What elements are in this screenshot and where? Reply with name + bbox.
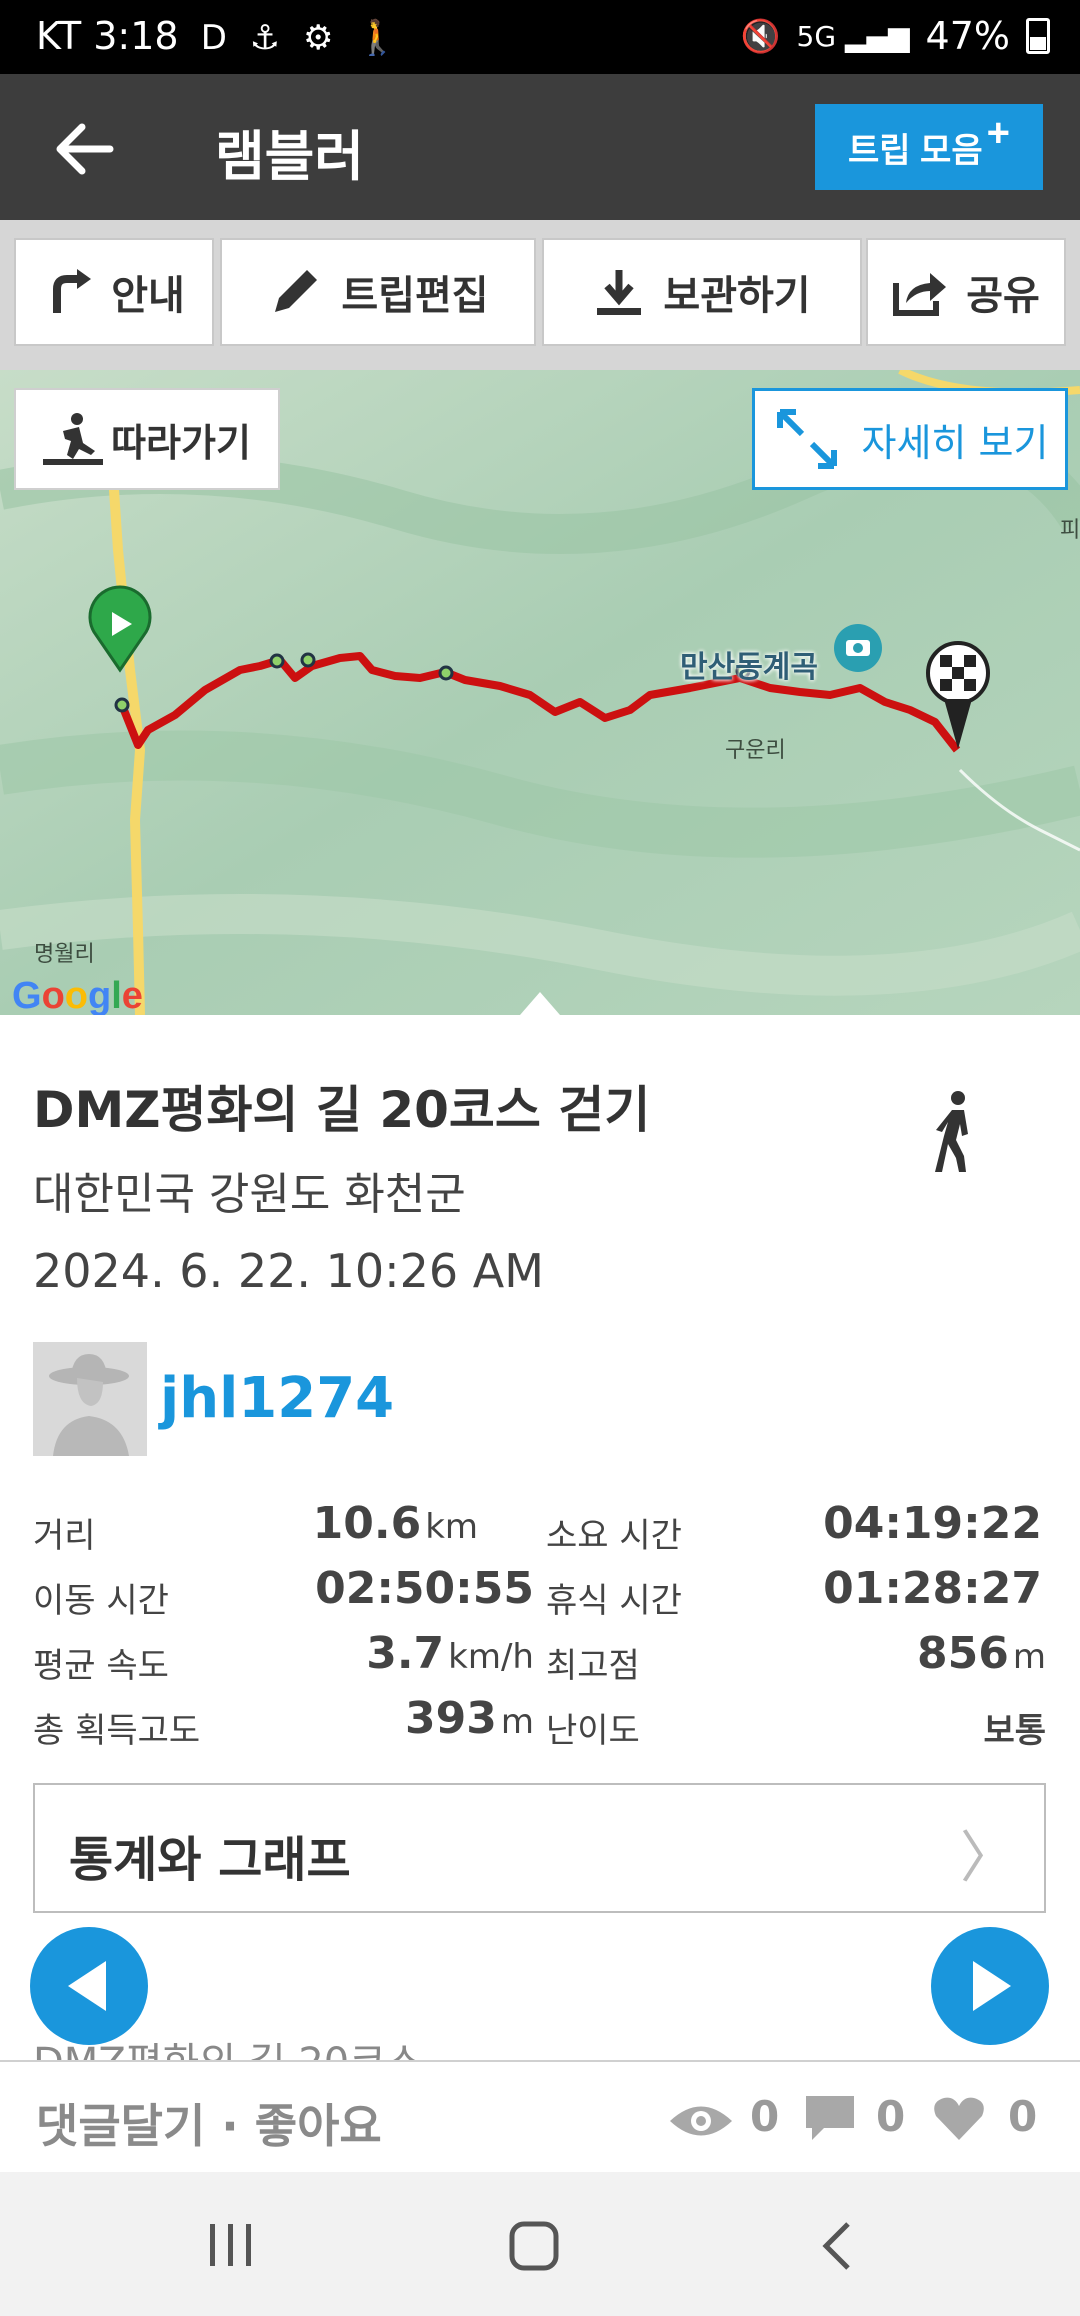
avatar[interactable] — [33, 1342, 147, 1456]
max-altitude-label: 최고점 — [546, 1646, 640, 1686]
prev-trip-button[interactable] — [30, 1927, 148, 2045]
detail-view-button[interactable]: 자세히 보기 — [752, 388, 1068, 490]
share-label: 공유 — [966, 273, 1040, 319]
map-label-village: 구운리 — [725, 738, 786, 763]
follow-label: 따라가기 — [111, 420, 251, 465]
elevation-gain-value: 393 m — [405, 1693, 534, 1744]
comment-count: 0 — [876, 2092, 906, 2141]
battery-icon — [1026, 18, 1050, 54]
home-icon[interactable] — [508, 2220, 560, 2272]
download-icon — [597, 270, 642, 315]
next-trip-button[interactable] — [931, 1927, 1049, 2045]
back-button[interactable] — [50, 114, 120, 184]
rest-time-label: 휴식 시간 — [546, 1581, 682, 1621]
heart-icon — [934, 2097, 984, 2140]
status-bar: KT 3:18 D ⚓ ⚙ 🚶 🔇 5G ▂▄▆ 47% — [0, 0, 1080, 74]
follow-button[interactable]: 따라가기 — [14, 388, 280, 490]
turn-arrow-icon — [53, 269, 92, 313]
walking-icon — [930, 1090, 982, 1178]
hiker-icon — [43, 413, 104, 465]
edit-trip-button[interactable]: 트립편집 — [220, 238, 536, 346]
map-label-myeongwol: 명월리 — [34, 942, 95, 967]
share-icon — [893, 273, 947, 316]
trip-location: 대한민국 강원도 화천군 — [33, 1169, 466, 1220]
recent-apps-icon[interactable] — [206, 2220, 256, 2270]
share-button[interactable]: 공유 — [866, 238, 1066, 346]
app-title: 램블러 — [215, 125, 365, 188]
chevron-right-icon: 〉 — [960, 1826, 1016, 1891]
eye-icon — [670, 2106, 732, 2136]
map-label-edge: 피 — [1060, 518, 1080, 543]
detail-view-label: 자세히 보기 — [861, 420, 1049, 465]
difficulty-label: 난이도 — [546, 1711, 640, 1751]
distance-value: 10.6 km — [312, 1498, 478, 1549]
google-logo: Google — [12, 975, 143, 1015]
distance-label: 거리 — [33, 1516, 96, 1556]
view-count: 0 — [750, 2092, 780, 2141]
total-time-label: 소요 시간 — [546, 1516, 682, 1556]
rest-time-value: 01:28:27 — [823, 1563, 1042, 1614]
route-map[interactable]: 따라가기 자세히 보기 만산동계곡 구운리 명월리 피 Google — [0, 370, 1080, 1015]
system-back-icon[interactable] — [818, 2220, 858, 2272]
trip-datetime: 2024. 6. 22. 10:26 AM — [33, 1244, 544, 1298]
difficulty-value: 보통 — [983, 1711, 1046, 1751]
pencil-icon — [275, 270, 318, 312]
avg-speed-label: 평균 속도 — [33, 1646, 169, 1686]
trip-title: DMZ평화의 길 20코스 걷기 — [33, 1081, 651, 1139]
camera-poi-icon — [834, 624, 882, 672]
notification-icons: D ⚓ ⚙ 🚶 — [200, 18, 405, 58]
comment-like-link[interactable]: 댓글달기 · 좋아요 — [36, 2090, 382, 2156]
play-left-icon — [68, 1961, 106, 2011]
moving-time-label: 이동 시간 — [33, 1581, 169, 1621]
user-silhouette-icon — [33, 1342, 147, 1456]
play-right-icon — [973, 1961, 1011, 2011]
trip-collection-button[interactable]: 트립 모음 + — [815, 104, 1043, 190]
back-arrow-icon — [56, 123, 114, 175]
guide-label: 안내 — [111, 273, 185, 319]
mute-icon: 🔇 — [740, 17, 781, 55]
total-time-value: 04:19:22 — [823, 1498, 1042, 1549]
carrier-time: KT 3:18 — [36, 14, 179, 58]
stats-graph-button[interactable]: 통계와 그래프 〉 — [33, 1783, 1046, 1913]
guide-button[interactable]: 안내 — [14, 238, 214, 346]
app-bar: 램블러 트립 모음 + — [0, 74, 1080, 220]
map-label-valley: 만산동계곡 — [680, 650, 818, 685]
edit-trip-label: 트립편집 — [341, 273, 489, 319]
like-count: 0 — [1008, 2092, 1038, 2141]
elevation-gain-label: 총 획득고도 — [33, 1711, 201, 1751]
avg-speed-value: 3.7 km/h — [366, 1628, 534, 1679]
comment-icon — [806, 2096, 854, 2140]
save-button[interactable]: 보관하기 — [542, 238, 862, 346]
trip-collection-label: 트립 모음 — [848, 131, 983, 170]
expand-icon — [776, 409, 837, 469]
moving-time-value: 02:50:55 — [315, 1563, 534, 1614]
max-altitude-value: 856 m — [917, 1628, 1046, 1679]
save-label: 보관하기 — [663, 273, 811, 319]
action-toolbar: 안내 트립편집 보관하기 공유 — [0, 220, 1080, 370]
stats-graph-label: 통계와 그래프 — [69, 1832, 351, 1888]
system-navigation-bar — [0, 2172, 1080, 2316]
battery-percent: 47% — [925, 14, 1010, 58]
signal-icon: 5G ▂▄▆ — [796, 19, 910, 53]
username-link[interactable]: jhl1274 — [160, 1366, 394, 1431]
plus-icon: + — [986, 110, 1010, 155]
bottom-action-bar: 댓글달기 · 좋아요 0 0 0 — [0, 2060, 1080, 2172]
